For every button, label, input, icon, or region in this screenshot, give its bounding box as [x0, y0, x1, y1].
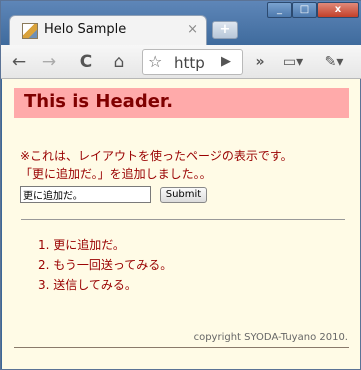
divider [21, 219, 345, 220]
list-item: 3. 送信してみる。 [38, 278, 137, 292]
forward-arrow-icon[interactable]: → [37, 50, 61, 74]
wrench-menu-icon[interactable]: ✎▾ [319, 50, 349, 74]
browser-window: _ □ x Helo Sample × + ← → C ⌂ ☆ http ▶ »… [0, 0, 361, 370]
close-tab-icon[interactable]: × [187, 22, 198, 37]
address-text: http [174, 54, 205, 72]
reload-icon[interactable]: C [74, 50, 98, 74]
browser-toolbar: ← → C ⌂ ☆ http ▶ » ▭▾ ✎▾ [1, 45, 361, 79]
page-content: This is Header. ※これは、レイアウトを使ったページの表示です。 … [2, 79, 360, 369]
list-item: 2. もう一回送ってみる。 [38, 258, 173, 272]
message-line-1: ※これは、レイアウトを使ったページの表示です。 [20, 149, 293, 163]
title-bar: _ □ x Helo Sample × + [1, 1, 361, 45]
page-header: This is Header. [14, 88, 349, 118]
message-line-2: 「更に追加だ。」を追加しました。。 [20, 167, 212, 181]
page-menu-icon[interactable]: ▭▾ [279, 50, 307, 74]
bookmark-star-icon[interactable]: ☆ [148, 52, 162, 71]
go-icon[interactable]: ▶ [221, 54, 231, 69]
submit-button[interactable]: Submit [160, 187, 207, 203]
minimize-button[interactable]: _ [267, 2, 292, 18]
page-favicon-icon [22, 23, 38, 39]
back-arrow-icon[interactable]: ← [7, 50, 31, 74]
close-window-button[interactable]: x [317, 2, 359, 18]
item-list: 1. 更に追加だ。 2. もう一回送ってみる。 3. 送信してみる。 [38, 236, 172, 296]
address-bar[interactable]: ☆ http ▶ [142, 49, 243, 75]
tab-title: Helo Sample [44, 22, 127, 37]
more-bookmarks-icon[interactable]: » [253, 50, 267, 74]
footer-copyright: copyright SYODA-Tuyano 2010. [193, 332, 348, 343]
footer-divider [14, 347, 349, 348]
home-icon[interactable]: ⌂ [107, 50, 131, 74]
new-tab-button[interactable]: + [212, 21, 238, 39]
page-title: This is Header. [24, 91, 174, 112]
list-item: 1. 更に追加だ。 [38, 238, 125, 252]
maximize-button[interactable]: □ [292, 2, 317, 18]
text-input[interactable] [20, 186, 151, 203]
browser-tab[interactable]: Helo Sample × [9, 15, 207, 45]
